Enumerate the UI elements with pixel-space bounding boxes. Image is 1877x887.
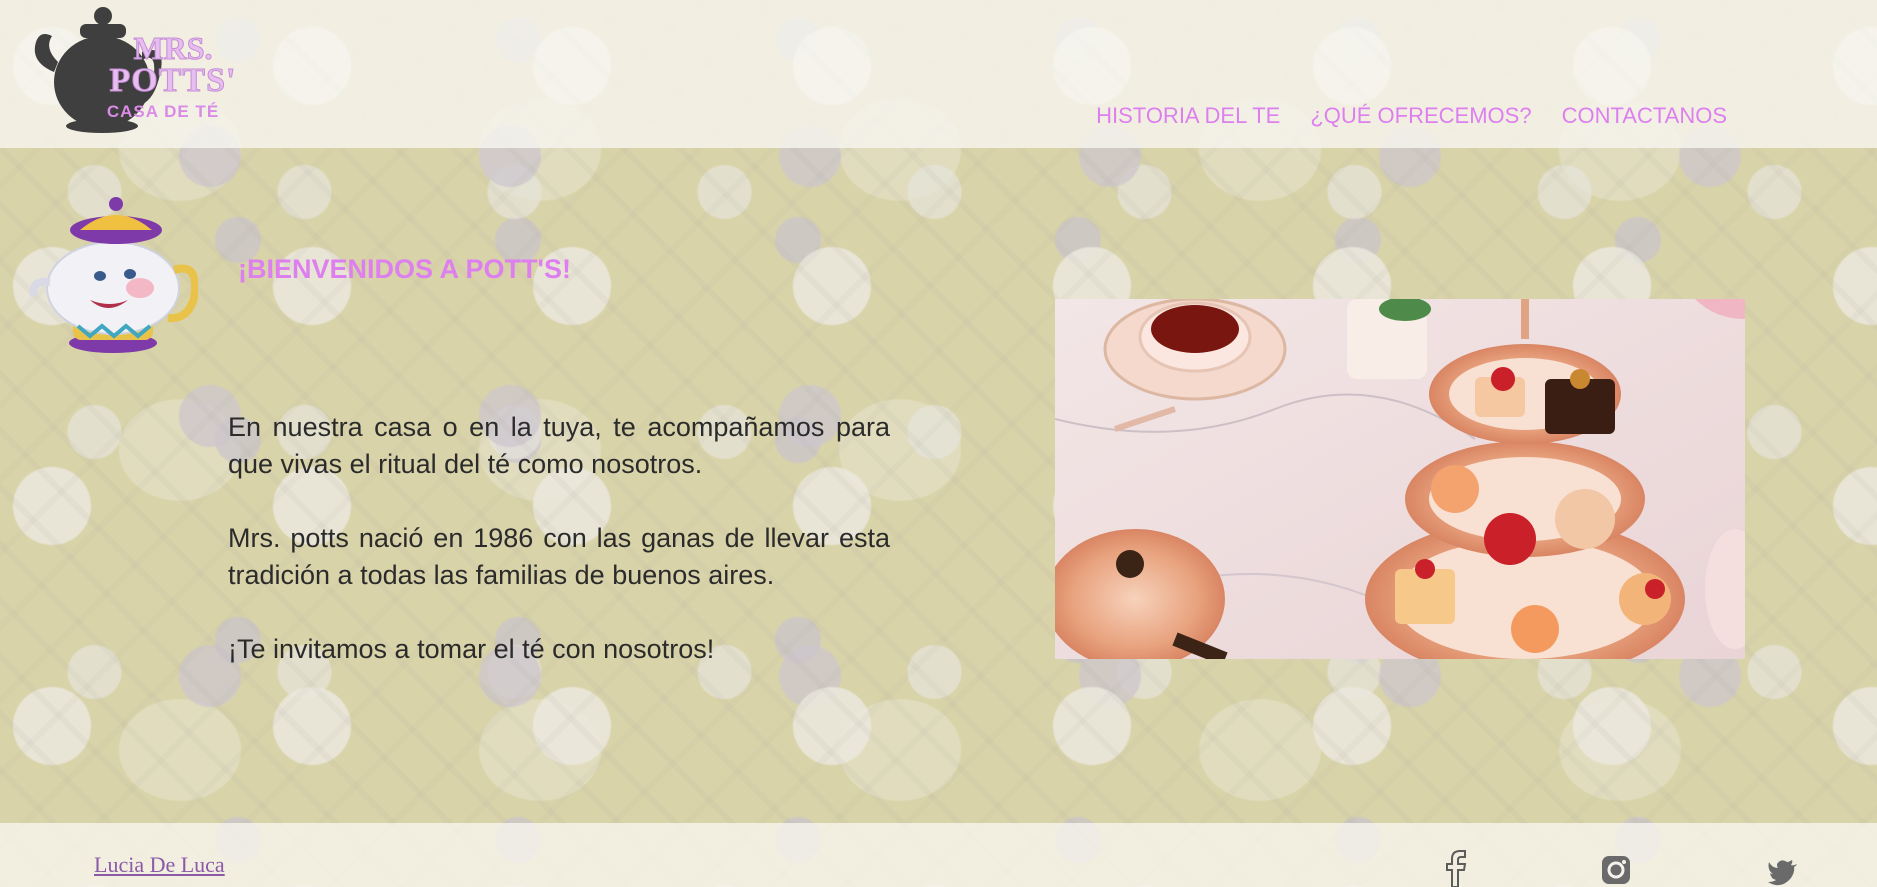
footer [0, 823, 1877, 887]
mrs-potts-teapot-icon [29, 197, 198, 353]
intro-paragraph-3: ¡Te invitamos a tomar el té con nosotros… [228, 634, 715, 664]
nav-que-ofrecemos[interactable]: ¿QUÉ OFRECEMOS? [1310, 103, 1531, 129]
afternoon-tea-photo [1055, 299, 1745, 659]
instagram-icon[interactable] [1600, 850, 1632, 887]
logo-wordmark: MRS. POTTS' CASA DE TÉ [88, 32, 258, 122]
intro-paragraph-2: Mrs. potts nació en 1986 con las ganas d… [228, 523, 890, 590]
intro-paragraph-1: En nuestra casa o en la tuya, te acompañ… [228, 412, 890, 479]
logo[interactable]: MRS. POTTS' CASA DE TÉ [30, 2, 236, 134]
logo-tagline: CASA DE TÉ [106, 102, 220, 121]
nav-contactanos[interactable]: CONTACTANOS [1562, 103, 1727, 129]
header: MRS. POTTS' CASA DE TÉ HISTORIA DEL TE ¿… [0, 0, 1877, 148]
facebook-icon[interactable] [1440, 850, 1472, 887]
logo-line-2: POTTS' [109, 62, 237, 99]
logo-line-1: MRS. [133, 30, 213, 66]
twitter-icon[interactable] [1767, 850, 1799, 887]
welcome-heading: ¡BIENVENIDOS A POTT'S! [238, 254, 571, 284]
main-nav: HISTORIA DEL TE ¿QUÉ OFRECEMOS? CONTACTA… [1096, 103, 1727, 129]
intro-text: En nuestra casa o en la tuya, te acompañ… [228, 409, 890, 705]
nav-historia-del-te[interactable]: HISTORIA DEL TE [1096, 103, 1280, 129]
author-link[interactable]: Lucia De Luca [94, 852, 225, 878]
